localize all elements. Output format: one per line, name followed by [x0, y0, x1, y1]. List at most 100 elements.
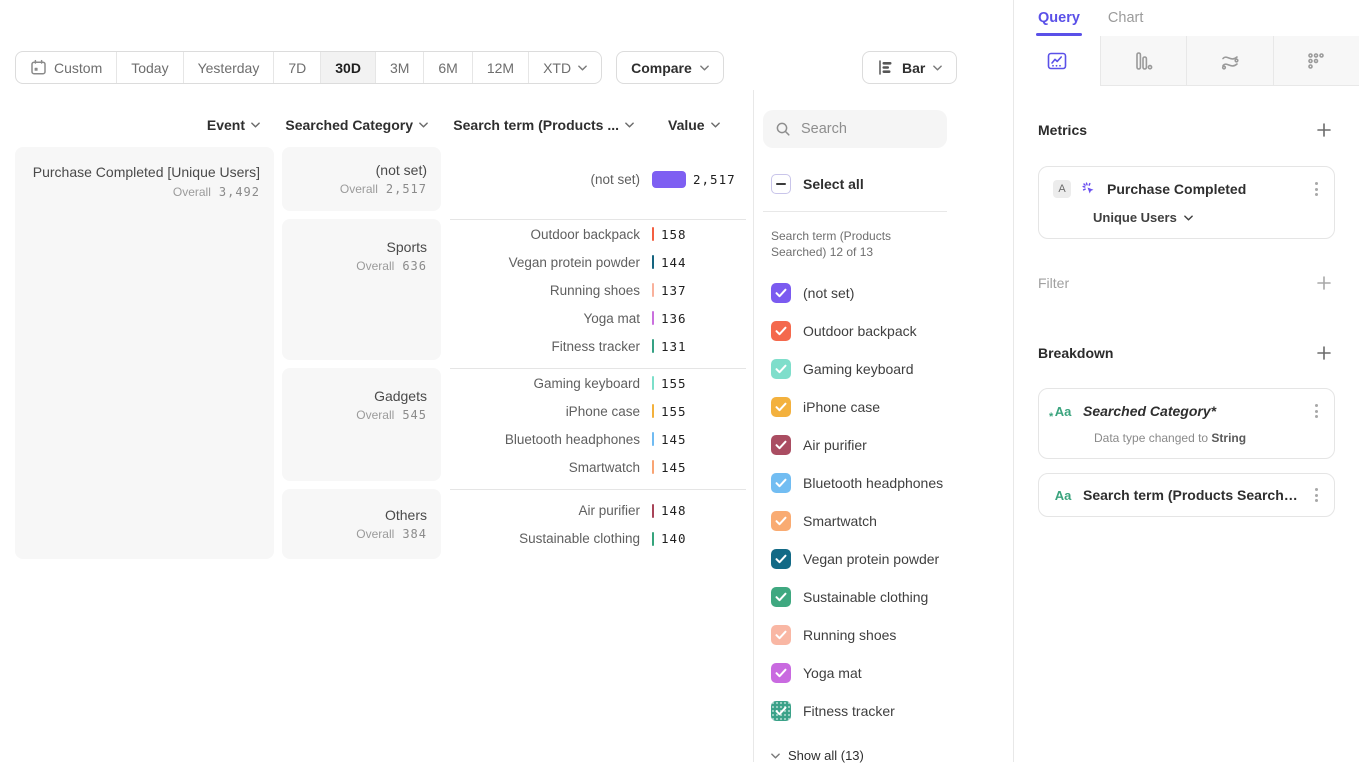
metric-aggregation-select[interactable]: Unique Users — [1093, 210, 1322, 225]
legend-checkbox[interactable] — [771, 283, 791, 303]
term-row[interactable]: Air purifier148 — [450, 497, 746, 525]
bar-chart-icon — [877, 59, 894, 76]
funnels-tab[interactable] — [1101, 36, 1188, 85]
term-bar[interactable] — [652, 432, 654, 446]
term-row[interactable]: Outdoor backpack158 — [450, 220, 746, 248]
legend-item[interactable]: Bluetooth headphones — [763, 464, 1013, 502]
term-bar[interactable] — [652, 283, 654, 297]
term-bar[interactable] — [652, 171, 686, 188]
select-all-row[interactable]: Select all — [771, 174, 1013, 194]
date-range-today[interactable]: Today — [117, 52, 183, 83]
legend-checkbox[interactable] — [771, 625, 791, 645]
legend-checkbox[interactable] — [771, 359, 791, 379]
legend-item[interactable]: Yoga mat — [763, 654, 1013, 692]
date-range-12m[interactable]: 12M — [473, 52, 529, 83]
term-bar[interactable] — [652, 376, 654, 390]
date-range-30d[interactable]: 30D — [321, 52, 376, 83]
legend-item[interactable]: (not set) — [763, 274, 1013, 312]
check-icon — [775, 516, 787, 526]
term-bar[interactable] — [652, 532, 654, 546]
select-all-label: Select all — [803, 176, 864, 192]
legend-item[interactable]: iPhone case — [763, 388, 1013, 426]
add-metric-button[interactable] — [1313, 119, 1335, 141]
legend-item[interactable]: Gaming keyboard — [763, 350, 1013, 388]
legend-label: Yoga mat — [803, 665, 862, 681]
legend-checkbox[interactable] — [771, 701, 791, 721]
date-range-xtd[interactable]: XTD — [529, 52, 601, 83]
category-card[interactable]: SportsOverall636 — [282, 219, 441, 360]
tab-query[interactable]: Query — [1038, 10, 1080, 36]
term-bar[interactable] — [652, 460, 654, 474]
term-bar[interactable] — [652, 339, 654, 353]
date-range-6m[interactable]: 6M — [424, 52, 472, 83]
legend-item[interactable]: Smartwatch — [763, 502, 1013, 540]
legend-checkbox[interactable] — [771, 663, 791, 683]
metric-kebab-menu[interactable] — [1311, 180, 1322, 198]
term-row[interactable]: Fitness tracker131 — [450, 332, 746, 360]
chevron-down-icon — [700, 65, 709, 71]
legend-checkbox[interactable] — [771, 397, 791, 417]
retention-tab[interactable] — [1274, 36, 1359, 85]
term-row[interactable]: Smartwatch145 — [450, 453, 746, 481]
column-header-event[interactable]: Event — [15, 117, 260, 133]
legend-search-input[interactable]: Search — [763, 110, 947, 148]
legend-checkbox[interactable] — [771, 435, 791, 455]
column-header-value[interactable]: Value — [651, 117, 721, 133]
legend-item[interactable]: Outdoor backpack — [763, 312, 1013, 350]
term-row[interactable]: Running shoes137 — [450, 276, 746, 304]
chart-type-select[interactable]: Bar — [862, 51, 957, 84]
term-row[interactable]: (not set)2,517 — [450, 165, 746, 193]
date-range-3m[interactable]: 3M — [376, 52, 424, 83]
category-card[interactable]: GadgetsOverall545 — [282, 368, 441, 481]
legend-item[interactable]: Running shoes — [763, 616, 1013, 654]
term-bar[interactable] — [652, 504, 654, 518]
tab-chart[interactable]: Chart — [1108, 10, 1143, 36]
event-overall: Overall 3,492 — [25, 185, 260, 199]
term-bar[interactable] — [652, 404, 654, 418]
category-card[interactable]: OthersOverall384 — [282, 489, 441, 559]
term-row[interactable]: Yoga mat136 — [450, 304, 746, 332]
legend-checkbox[interactable] — [771, 511, 791, 531]
show-all-button[interactable]: Show all (13) — [771, 748, 1013, 763]
legend-checkbox[interactable] — [771, 587, 791, 607]
legend-item[interactable]: Air purifier — [763, 426, 1013, 464]
term-row[interactable]: iPhone case155 — [450, 397, 746, 425]
date-range-custom[interactable]: Custom — [16, 52, 117, 83]
term-bar[interactable] — [652, 255, 654, 269]
legend-checkbox[interactable] — [771, 321, 791, 341]
breakdown-card-searched-category[interactable]: Aa* Searched Category* Data type changed… — [1038, 388, 1335, 459]
term-row[interactable]: Vegan protein powder144 — [450, 248, 746, 276]
term-row[interactable]: Sustainable clothing140 — [450, 525, 746, 553]
legend-item[interactable]: Sustainable clothing — [763, 578, 1013, 616]
category-card[interactable]: (not set)Overall2,517 — [282, 147, 441, 211]
legend-item[interactable]: Fitness tracker — [763, 692, 1013, 730]
insights-tab[interactable] — [1014, 36, 1101, 85]
add-filter-button[interactable] — [1313, 272, 1335, 294]
metric-card[interactable]: A Purchase Completed Unique Users — [1038, 166, 1335, 239]
legend-item[interactable]: Vegan protein powder — [763, 540, 1013, 578]
legend-checkbox[interactable] — [771, 473, 791, 493]
compare-button[interactable]: Compare — [616, 51, 724, 84]
overall-value: 636 — [402, 259, 427, 273]
funnels-icon — [1131, 49, 1155, 73]
string-property-icon: Aa* — [1053, 404, 1073, 419]
date-range-yesterday[interactable]: Yesterday — [184, 52, 275, 83]
add-breakdown-button[interactable] — [1313, 342, 1335, 364]
term-row[interactable]: Gaming keyboard155 — [450, 369, 746, 397]
column-header-term[interactable]: Search term (Products ... — [420, 117, 634, 133]
term-row[interactable]: Bluetooth headphones145 — [450, 425, 746, 453]
select-all-checkbox[interactable] — [771, 174, 791, 194]
term-bar[interactable] — [652, 227, 654, 241]
legend-label: Gaming keyboard — [803, 361, 914, 377]
compare-label: Compare — [631, 60, 692, 76]
breakdown-card-search-term[interactable]: Aa Search term (Products Searched) — [1038, 473, 1335, 517]
term-bar[interactable] — [652, 311, 654, 325]
flows-tab[interactable] — [1187, 36, 1274, 85]
date-range-label: Custom — [54, 60, 102, 76]
event-card[interactable]: Purchase Completed [Unique Users] Overal… — [15, 147, 274, 559]
column-header-category[interactable]: Searched Category — [282, 117, 428, 133]
breakdown-kebab-menu[interactable] — [1311, 486, 1322, 504]
breakdown-kebab-menu[interactable] — [1311, 402, 1322, 420]
date-range-7d[interactable]: 7D — [274, 52, 321, 83]
legend-checkbox[interactable] — [771, 549, 791, 569]
